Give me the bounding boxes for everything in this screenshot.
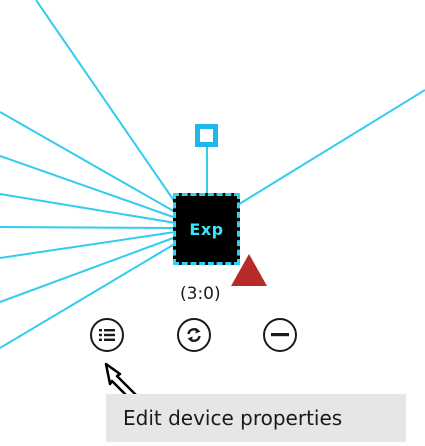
port-square-icon[interactable] bbox=[195, 124, 218, 147]
link-line bbox=[235, 89, 425, 207]
list-icon bbox=[99, 329, 115, 341]
link-line bbox=[0, 241, 179, 349]
device-coordinates: (3:0) bbox=[180, 284, 221, 304]
tooltip: Edit device properties bbox=[106, 394, 406, 442]
remove-button[interactable] bbox=[263, 318, 297, 352]
link-line bbox=[0, 231, 176, 259]
edit-properties-button[interactable] bbox=[90, 318, 124, 352]
topology-canvas[interactable]: Exp (3:0) Edit device properties bbox=[0, 0, 425, 446]
refresh-button[interactable] bbox=[177, 318, 211, 352]
tooltip-text: Edit device properties bbox=[123, 406, 343, 430]
warning-triangle-icon bbox=[231, 254, 267, 286]
sync-icon bbox=[187, 328, 201, 342]
minus-icon bbox=[271, 333, 289, 337]
device-label: Exp bbox=[189, 219, 224, 239]
link-line bbox=[0, 236, 177, 303]
link-line bbox=[0, 226, 176, 229]
